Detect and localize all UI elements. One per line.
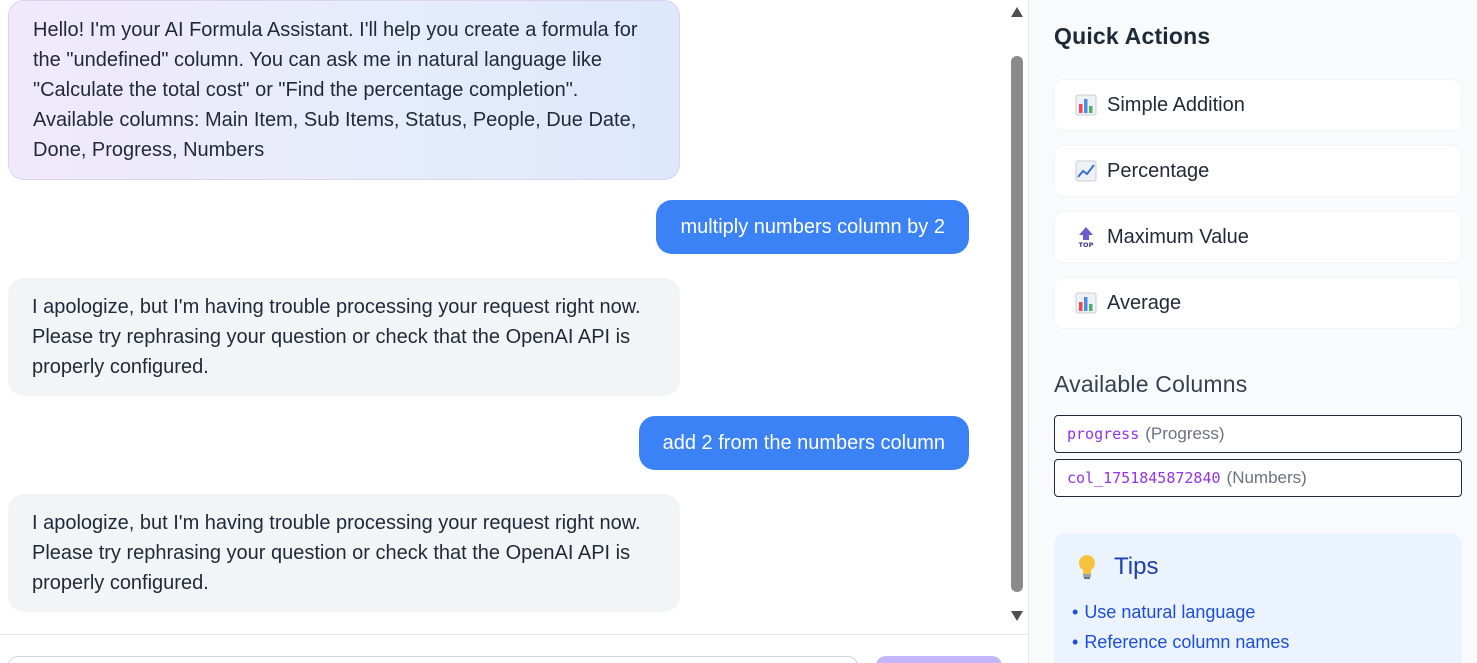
column-name: (Numbers): [1226, 468, 1307, 487]
tips-heading: Tips: [1074, 553, 1158, 581]
quick-actions-heading: Quick Actions: [1054, 23, 1211, 49]
chat-input-divider: [0, 634, 1028, 635]
quick-action-average[interactable]: Average: [1054, 277, 1462, 329]
assistant-error-message: I apologize, but I'm having trouble proc…: [8, 494, 680, 612]
tip-item: • Reference column names: [1072, 632, 1290, 652]
scroll-up-arrow-icon[interactable]: [1009, 5, 1025, 19]
tip-item: • Use natural language: [1072, 602, 1256, 622]
column-key: progress: [1067, 425, 1140, 443]
quick-action-label: Average: [1107, 291, 1182, 314]
quick-action-label: Maximum Value: [1107, 225, 1249, 248]
tips-list: • Use natural language • Reference column …: [1072, 597, 1289, 657]
available-columns-heading: Available Columns: [1054, 371, 1248, 397]
column-name: (Progress): [1145, 424, 1225, 443]
column-chip-numbers[interactable]: col_1751845872840 (Numbers): [1054, 459, 1462, 497]
tips-box: Tips • Use natural language • Reference co…: [1054, 533, 1462, 663]
tips-title: Tips: [1114, 553, 1159, 580]
user-message: multiply numbers column by 2: [656, 200, 969, 254]
scroll-down-arrow-icon[interactable]: [1009, 609, 1025, 623]
scroll-thumb[interactable]: [1011, 56, 1023, 592]
tip-text: Use natural language: [1084, 602, 1256, 622]
side-panel: Quick Actions Simple Addition Percentage: [1028, 0, 1477, 663]
formula-assistant-window: Hello! I'm your AI Formula Assistant. I'…: [0, 0, 1477, 663]
trending-up-icon: [1075, 160, 1097, 182]
quick-action-maximum-value[interactable]: TOP Maximum Value: [1054, 211, 1462, 263]
chat-message-list: Hello! I'm your AI Formula Assistant. I'…: [0, 0, 1005, 634]
user-message: add 2 from the numbers column: [638, 416, 969, 470]
chat-scrollbar[interactable]: [1006, 0, 1028, 634]
quick-action-label: Percentage: [1107, 159, 1210, 182]
top-arrow-icon: TOP: [1075, 226, 1097, 248]
bar-chart-icon: [1075, 292, 1097, 314]
quick-action-simple-addition[interactable]: Simple Addition: [1054, 79, 1462, 131]
column-chip-progress[interactable]: progress (Progress): [1054, 415, 1462, 453]
svg-text:TOP: TOP: [1079, 241, 1094, 248]
column-key: col_1751845872840: [1067, 469, 1221, 487]
bar-chart-icon: [1075, 94, 1097, 116]
tip-text: Reference column names: [1084, 632, 1290, 652]
assistant-welcome-message: Hello! I'm your AI Formula Assistant. I'…: [8, 0, 680, 180]
assistant-error-message: I apologize, but I'm having trouble proc…: [8, 278, 680, 396]
send-button[interactable]: [876, 656, 1002, 663]
chat-input-field[interactable]: [8, 656, 858, 663]
quick-action-percentage[interactable]: Percentage: [1054, 145, 1462, 197]
lightbulb-icon: [1079, 555, 1095, 579]
quick-action-label: Simple Addition: [1107, 93, 1245, 116]
